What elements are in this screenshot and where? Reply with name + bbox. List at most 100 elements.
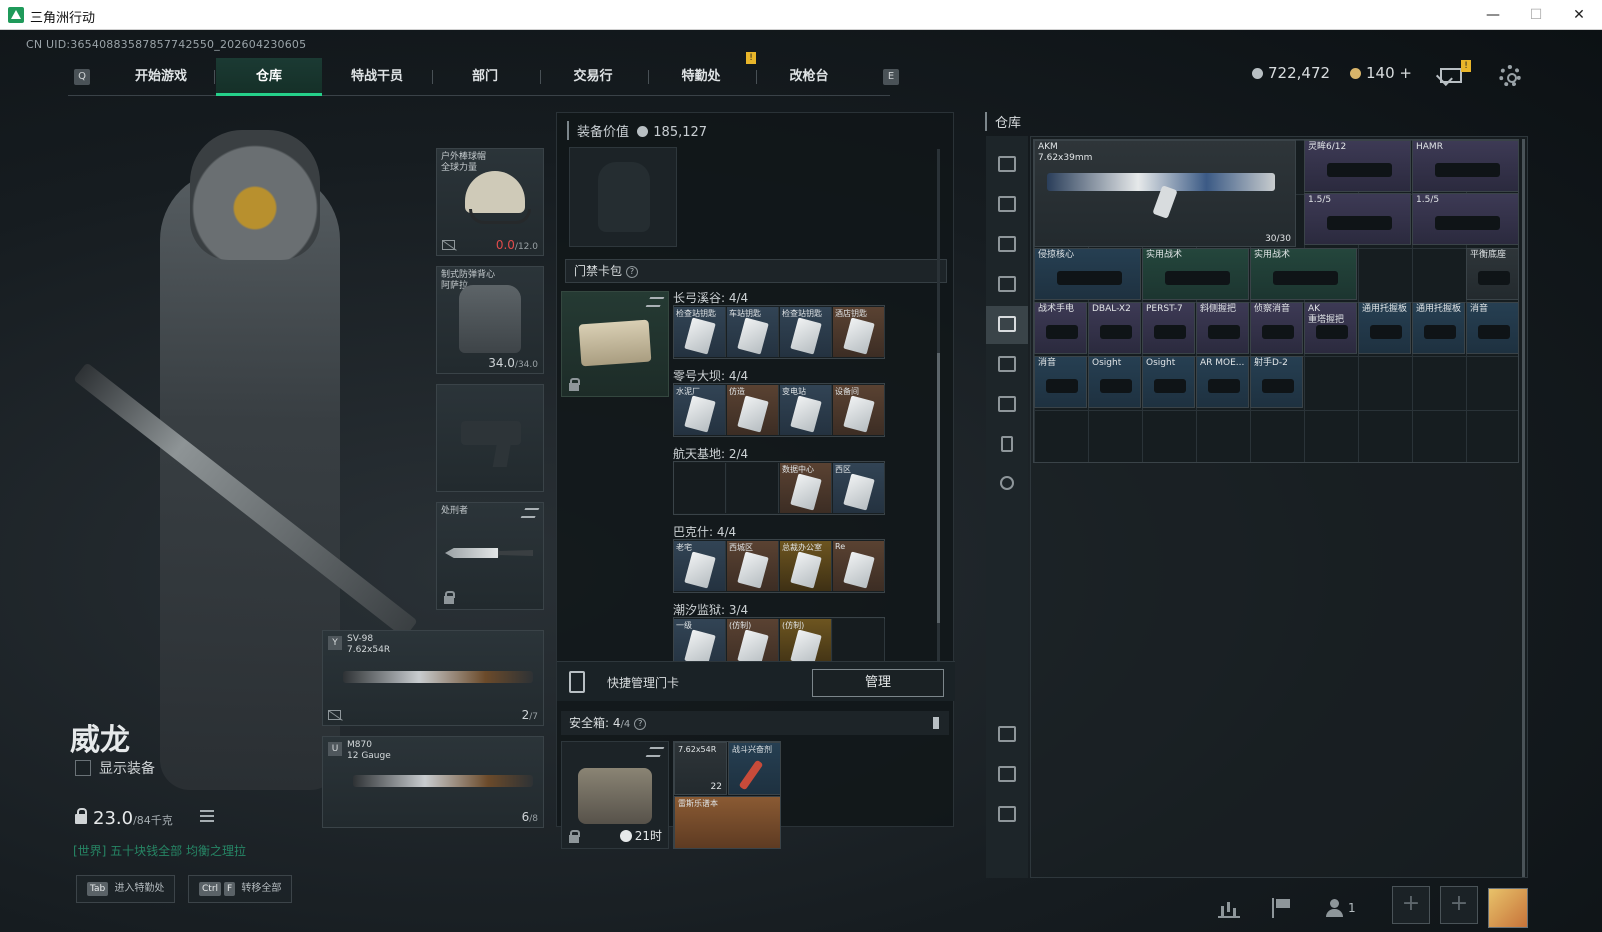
rail-medical-icon[interactable] [986,266,1028,304]
maximize-button[interactable]: ☐ [1513,0,1559,30]
notebook-item[interactable]: 雷斯乐谱本 [674,796,781,849]
keycard-case-slot[interactable] [561,291,669,397]
tab-trading[interactable]: 交易行 [540,58,646,96]
minimize-button[interactable]: — [1470,0,1516,30]
rail-ammo-icon[interactable] [986,346,1028,384]
invite-squad-button[interactable]: + [1392,886,1430,924]
rail-settings-icon[interactable] [986,466,1028,504]
stash-item[interactable]: AK 重塔握把 [1304,302,1357,354]
rail-tag-icon[interactable] [986,716,1028,754]
stash-item[interactable]: PERST-7 [1142,302,1195,354]
close-button[interactable]: ✕ [1556,0,1602,30]
stash-item[interactable]: 灵眸6/12 [1304,140,1411,192]
tab-special-ops[interactable]: 特勤处 [648,58,754,96]
stash-item[interactable]: 1.5/5 [1304,193,1411,245]
mail-icon[interactable] [1440,68,1462,83]
secondary-weapon-slot[interactable]: U M870 12 Gauge 6/8 [322,736,544,828]
keycard-slot[interactable] [833,619,885,664]
stash-item[interactable]: 1.5/5 [1412,193,1519,245]
safe-box-slot[interactable]: 21时 [561,741,669,849]
keycard-slot[interactable]: 西区 [833,463,885,513]
world-chat-line[interactable]: [世界] 五十块钱全部 均衡之理拉 [73,842,246,859]
stash-item[interactable]: 侵掠核心 [1034,248,1141,300]
stash-item[interactable]: AR MOE... [1196,356,1249,408]
keycard-slot[interactable]: 酒店钥匙 [833,307,885,357]
help-icon[interactable]: ? [626,266,639,278]
rail-lock-icon[interactable] [986,426,1028,464]
nav-prev-key[interactable]: Q [74,69,90,85]
keycard-slot[interactable]: 仿造 [727,385,779,435]
keycard-slot[interactable]: 水泥厂 [674,385,726,435]
stash-scrollbar[interactable] [1522,139,1525,877]
swap-icon[interactable] [645,747,665,757]
keycard-slot[interactable]: 数据中心 [780,463,832,513]
rail-layers-icon[interactable] [986,756,1028,794]
stash-item[interactable]: HAMR [1412,140,1519,192]
stash-item[interactable]: 平衡底座 [1466,248,1519,300]
keycard-slot[interactable]: 设备间 [833,385,885,435]
keycard-slot[interactable]: Re [833,541,885,591]
show-gear-toggle[interactable]: 显示装备 [75,758,155,778]
rail-helmet-icon[interactable] [986,146,1028,184]
stash-item[interactable]: 侦察消音 [1250,302,1303,354]
rail-all-items-icon[interactable] [986,306,1028,344]
keycard-slot[interactable]: 总裁办公室 [780,541,832,591]
keycard-slot[interactable]: 车站钥匙 [727,307,779,357]
stash-grid[interactable]: AKM 7.62x39mm 30/30 灵眸6/12 HAMR 1.5/5 1.5/5 侵… [1033,139,1519,463]
stash-item[interactable]: Osight [1088,356,1141,408]
stash-item[interactable]: 实用战术 [1142,248,1249,300]
keycard-slot[interactable]: (仿制) [727,619,779,664]
keycard-slot[interactable]: 检查站钥匙 [674,307,726,357]
stash-item[interactable]: 战术手电 [1034,302,1087,354]
avatar[interactable] [1488,888,1528,928]
tab-start-game[interactable]: 开始游戏 [108,58,214,96]
stash-item[interactable]: 消音 [1466,302,1519,354]
melee-slot[interactable]: 处刑者 [436,502,544,610]
flag-icon[interactable] [1272,898,1294,918]
hint-transfer-all[interactable]: Ctrl F 转移全部 [188,875,293,903]
keycard-scroll-thumb[interactable] [937,353,940,623]
tab-department[interactable]: 部门 [432,58,538,96]
help-icon[interactable]: ? [634,718,647,730]
stash-item[interactable]: 实用战术 [1250,248,1357,300]
rail-folder-icon[interactable] [986,386,1028,424]
pin-icon[interactable] [933,717,939,729]
swap-icon[interactable] [520,508,540,518]
akm-rifle-item[interactable]: AKM 7.62x39mm 30/30 [1034,140,1296,247]
helmet-slot[interactable]: 户外棒球帽 全球力量 0.0/12.0 [436,148,544,256]
tab-operators[interactable]: 特战干员 [324,58,430,96]
stash-item[interactable]: 射手D-2 [1250,356,1303,408]
nav-next-key[interactable]: E [883,69,899,85]
stats-icon[interactable] [1218,898,1240,918]
backpack-slot[interactable] [569,147,677,247]
keycard-slot[interactable] [674,463,726,513]
pistol-slot[interactable] [436,384,544,492]
stash-item[interactable]: 通用托握板 [1412,302,1465,354]
list-icon[interactable] [200,810,214,822]
ammo-item[interactable]: 7.62x54R 22 [674,742,727,795]
keycard-slot[interactable]: 西城区 [727,541,779,591]
stash-item[interactable]: DBAL-X2 [1088,302,1141,354]
settings-gear-icon[interactable] [1499,65,1521,87]
show-gear-checkbox[interactable] [75,760,91,776]
stash-item[interactable]: 消音 [1034,356,1087,408]
tab-gunsmith[interactable]: 改枪台 [756,58,862,96]
manage-button[interactable]: 管理 [812,669,944,697]
hint-enter-special-ops[interactable]: Tab 进入特勤处 [76,875,176,903]
keycard-slot[interactable]: 老宅 [674,541,726,591]
gold-balance[interactable]: 140 + [1350,64,1412,82]
stash-item[interactable]: 通用托握板 [1358,302,1411,354]
armor-slot[interactable]: 制式防弹背心 阿萨拉 34.0/34.0 [436,266,544,374]
invite-squad-button[interactable]: + [1440,886,1478,924]
keycard-slot[interactable] [727,463,779,513]
rail-backpack-icon[interactable] [986,226,1028,264]
keycard-slot[interactable]: 变电站 [780,385,832,435]
rail-vest-icon[interactable] [986,186,1028,224]
friends-icon[interactable] [1326,898,1348,918]
primary-weapon-slot[interactable]: Y SV-98 7.62x54R 2/7 [322,630,544,726]
swap-icon[interactable] [645,297,665,307]
stash-item[interactable]: 斜侧握把 [1196,302,1249,354]
keycard-slot[interactable]: 检查站钥匙 [780,307,832,357]
stimulant-item[interactable]: 战斗兴奋剂 [728,742,781,795]
stash-item[interactable]: Osight [1142,356,1195,408]
